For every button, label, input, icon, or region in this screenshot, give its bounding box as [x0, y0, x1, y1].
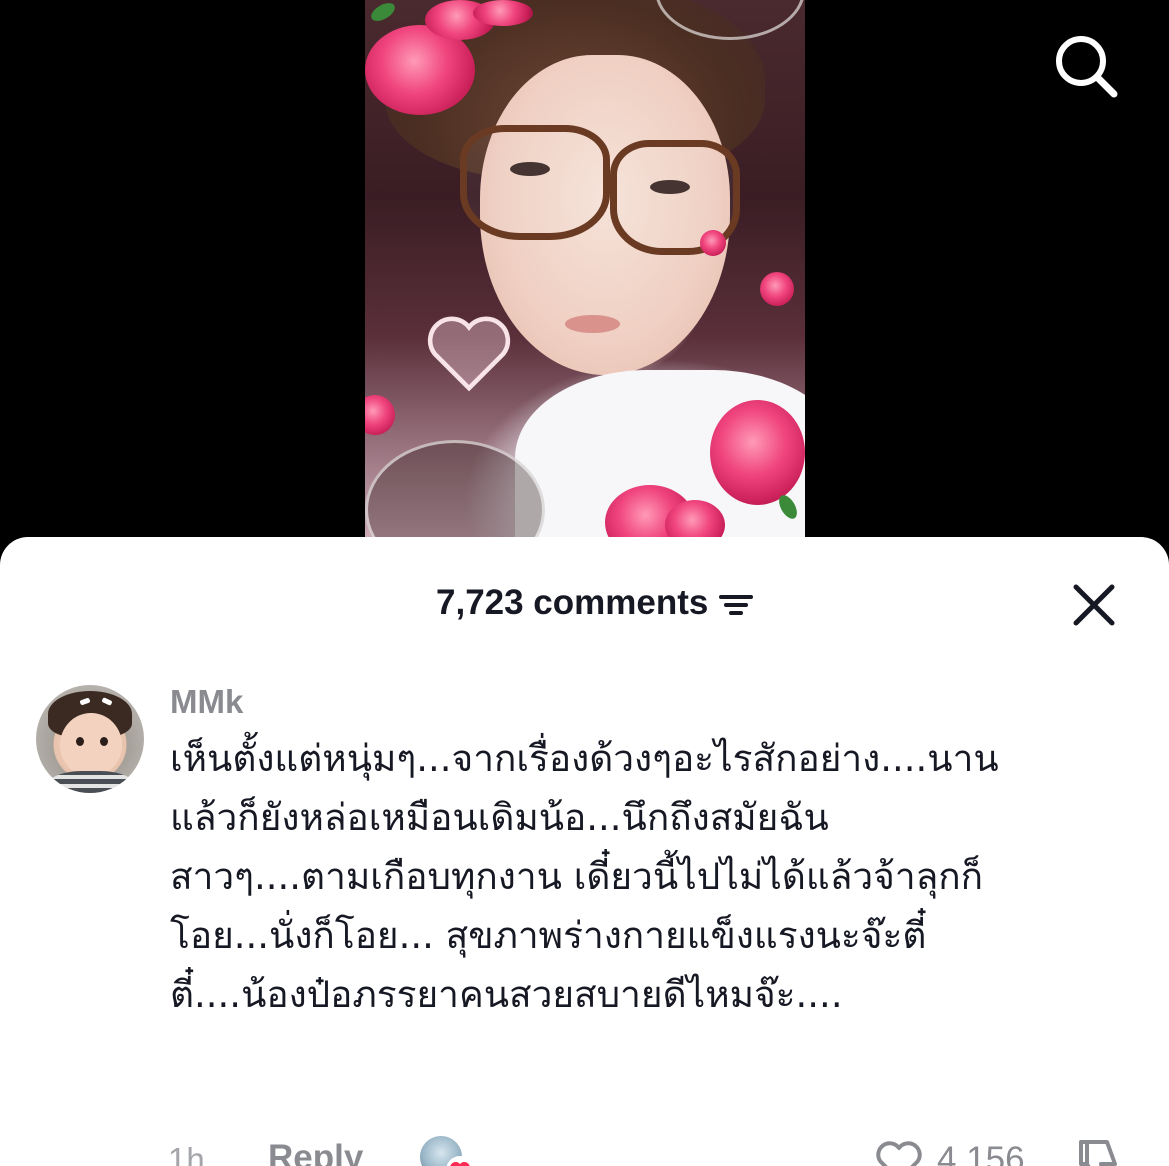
search-button[interactable] [1048, 28, 1124, 104]
video-lips [565, 315, 620, 333]
thumbs-down-icon [1079, 1140, 1117, 1166]
comment-count-label: 7,723 comments [436, 583, 709, 622]
rose-sticker [710, 400, 805, 505]
comment-text-line: สาวๆ....ตามเกือบทุกงาน เดี๋ยวนี้ไปไม่ได้… [170, 855, 984, 898]
glasses-lens-left [460, 125, 610, 240]
close-comments-button[interactable] [1066, 577, 1122, 633]
comment-timestamp: 1h [168, 1141, 205, 1166]
comments-header: 7,723 comments [0, 537, 1169, 667]
avatar-face [60, 713, 122, 777]
leaf-sticker [368, 0, 398, 25]
liked-by-creator-badge [418, 1134, 474, 1166]
dislike-button[interactable] [1071, 1134, 1125, 1166]
heart-filled-icon [446, 1156, 474, 1166]
avatar-eye [100, 737, 108, 746]
reply-button[interactable]: Reply [268, 1138, 363, 1166]
flower-sticker [760, 272, 794, 306]
avatar-eye [76, 737, 84, 746]
comment-text-line: เห็นตั้งแต่หนุ่มๆ...จากเรื่องด้วงๆอะไรสั… [170, 737, 999, 780]
heart-outline-icon [876, 1141, 922, 1166]
comment-username[interactable]: MMk [170, 683, 243, 721]
comment-text-line: โอย...นั่งก็โอย... สุขภาพร่างกายแข็งแรงน… [170, 914, 927, 957]
comment-text-line: แล้วก็ยังหล่อเหมือนเดิมน้อ...นึกถึงสมัยฉ… [170, 796, 829, 839]
rose-sticker [473, 0, 533, 26]
flower-sticker [700, 230, 726, 256]
comment-count-sort-button[interactable]: 7,723 comments [436, 583, 754, 623]
comments-sheet: 7,723 comments MMk เห็นตั้งแต่หนุ่มๆ...จ… [0, 537, 1169, 1166]
comment-actions: 1h Reply 4,156 [0, 1124, 1169, 1166]
search-icon [1056, 36, 1118, 98]
video-frame[interactable] [365, 0, 805, 560]
heart-sticker [427, 316, 511, 392]
rose-sticker [365, 395, 395, 435]
comment-text-line: ตี๋....น้องป๋อภรรยาคนสวยสบายดีไหมจ๊ะ.... [170, 973, 843, 1016]
close-icon [1073, 584, 1115, 626]
avatar-shirt [46, 771, 136, 793]
like-count: 4,156 [937, 1140, 1025, 1166]
sort-filter-icon [718, 589, 754, 617]
video-player[interactable] [0, 0, 1169, 560]
like-button[interactable] [872, 1134, 926, 1166]
avatar[interactable] [36, 685, 144, 793]
comment-text: เห็นตั้งแต่หนุ่มๆ...จากเรื่องด้วงๆอะไรสั… [170, 729, 1130, 1024]
